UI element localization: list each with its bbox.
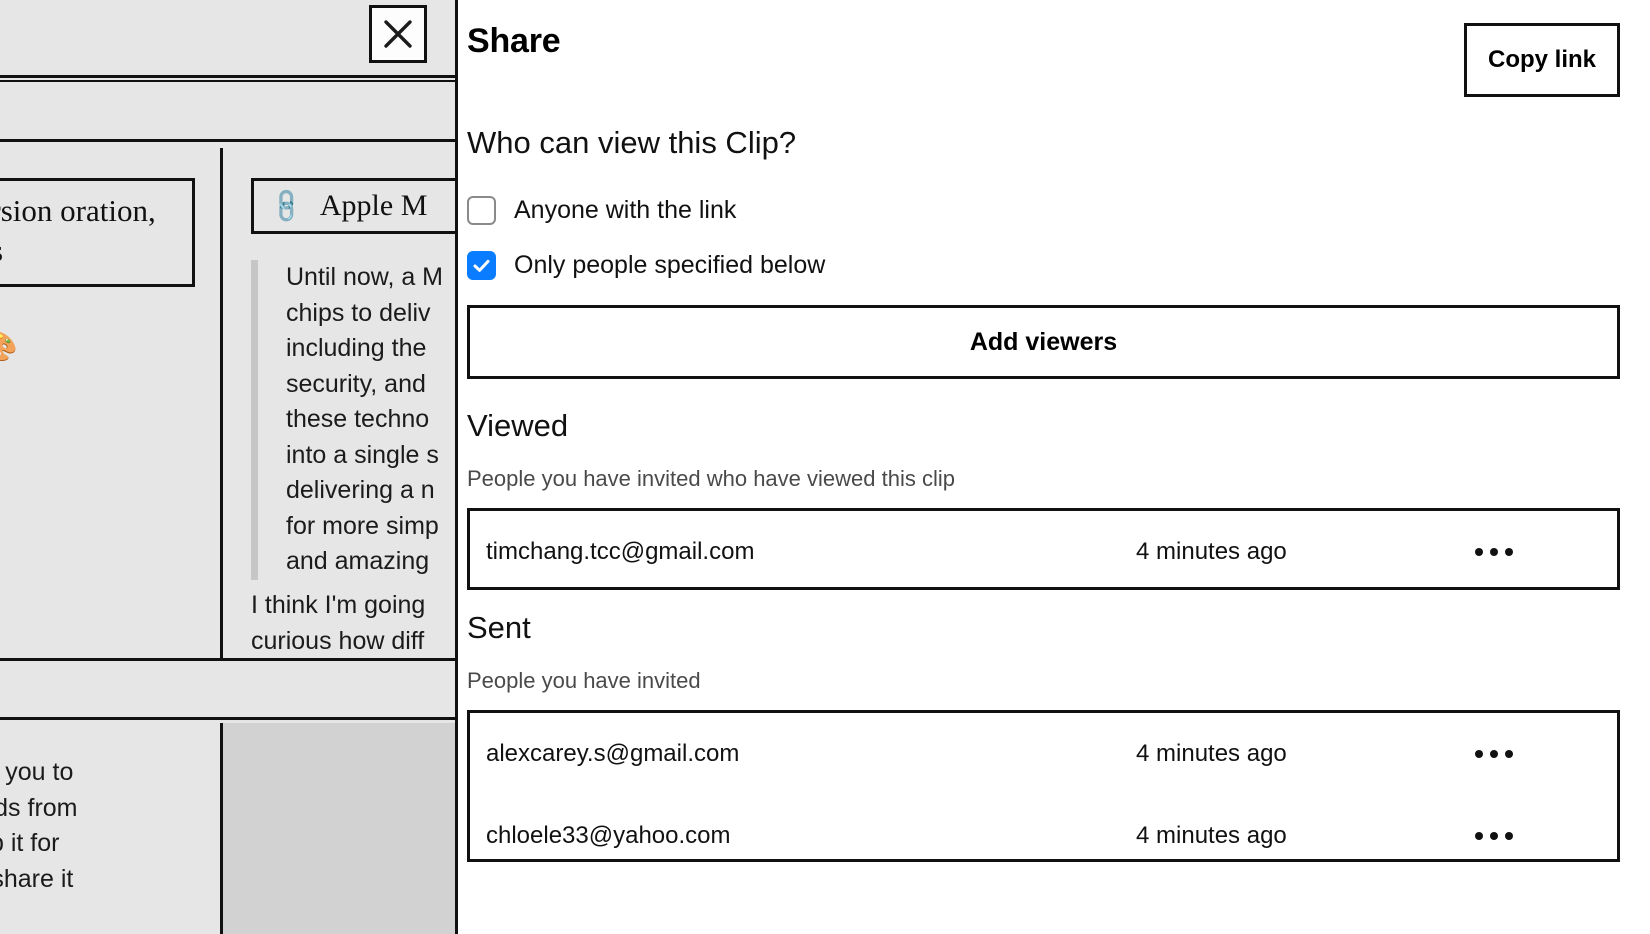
background-paragraph: I think I'm going curious how diff (251, 591, 426, 655)
viewer-email: timchang.tcc@gmail.com (486, 538, 755, 565)
background-card-subtitle: oration. 🎨 (0, 330, 185, 364)
table-row[interactable]: timchang.tcc@gmail.com 4 minutes ago (470, 511, 1617, 593)
who-can-view-heading: Who can view this Clip? (467, 125, 797, 160)
background-divider-strip (0, 658, 455, 720)
background-card-title: n Version oration, & ms (0, 178, 195, 288)
background-left-column: n Version oration, & ms oration. 🎨 (0, 148, 223, 658)
table-row[interactable]: alexcarey.s@gmail.com 4 minutes ago (470, 713, 1617, 795)
option-only-specified-people-label: Only people specified below (514, 251, 826, 279)
page-title: Share (467, 22, 561, 60)
background-right-column: 🔗 Apple M Until now, a M chips to deliv … (223, 148, 455, 658)
add-viewers-button[interactable]: Add viewers (467, 305, 1620, 379)
copy-link-button[interactable]: Copy link (1464, 23, 1620, 97)
checkbox-checked-icon[interactable] (467, 251, 496, 280)
background-bottom-section: ey allow you to sting finds from ted kee… (0, 723, 455, 934)
background-columns: n Version oration, & ms oration. 🎨 🔗 App… (0, 148, 455, 658)
link-icon: 🔗 (267, 186, 308, 227)
share-panel-inner: Share Copy link Who can view this Clip? … (458, 0, 1650, 934)
option-only-specified-people[interactable]: Only people specified below (467, 251, 825, 280)
table-row[interactable]: chloele33@yahoo.com 4 minutes ago (470, 795, 1617, 877)
background-bottom-right (223, 723, 455, 934)
background-topbar (0, 0, 455, 78)
screen: n Version oration, & ms oration. 🎨 🔗 App… (0, 0, 1650, 934)
viewed-list: timchang.tcc@gmail.com 4 minutes ago (467, 508, 1620, 590)
share-panel: Share Copy link Who can view this Clip? … (455, 0, 1650, 934)
share-panel-header: Share Copy link (467, 22, 1620, 100)
invitee-email: chloele33@yahoo.com (486, 822, 731, 849)
more-options-icon[interactable] (1475, 548, 1513, 556)
background-link-chip[interactable]: 🔗 Apple M (251, 178, 455, 234)
sent-list: alexcarey.s@gmail.com 4 minutes ago chlo… (467, 710, 1620, 862)
option-anyone-with-link[interactable]: Anyone with the link (467, 196, 736, 225)
more-options-icon[interactable] (1475, 832, 1513, 840)
background-toolbar-strip (0, 80, 455, 142)
invitee-timestamp: 4 minutes ago (1136, 740, 1287, 767)
close-icon[interactable] (369, 5, 427, 63)
checkbox-unchecked-icon[interactable] (467, 196, 496, 225)
viewed-section-subtitle: People you have invited who have viewed … (467, 466, 955, 491)
sent-section-subtitle: People you have invited (467, 668, 701, 693)
background-bottom-left: ey allow you to sting finds from ted kee… (0, 723, 223, 934)
viewer-timestamp: 4 minutes ago (1136, 538, 1287, 565)
viewed-section-heading: Viewed (467, 408, 569, 443)
invitee-email: alexcarey.s@gmail.com (486, 740, 740, 767)
invitee-timestamp: 4 minutes ago (1136, 822, 1287, 849)
background-link-chip-label: Apple M (319, 189, 428, 222)
sent-section-heading: Sent (467, 610, 531, 645)
background-blockquote: Until now, a M chips to deliv including … (251, 260, 455, 580)
more-options-icon[interactable] (1475, 750, 1513, 758)
background-bottom-text: ey allow you to sting finds from ted kee… (0, 758, 78, 893)
background-app: n Version oration, & ms oration. 🎨 🔗 App… (0, 0, 455, 934)
option-anyone-with-link-label: Anyone with the link (514, 196, 737, 224)
